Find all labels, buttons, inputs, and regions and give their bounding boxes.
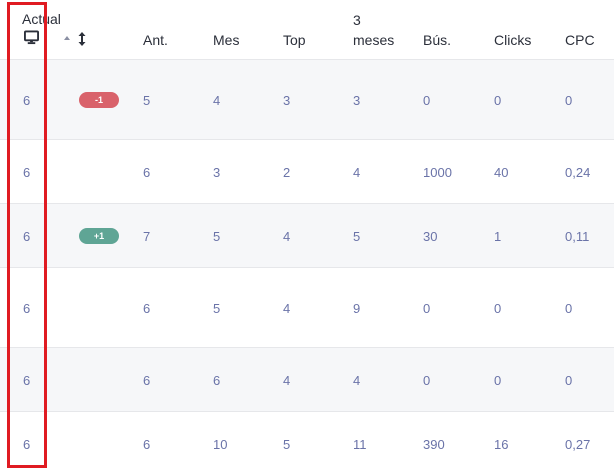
cell-mes: 5: [213, 229, 221, 244]
column-header-3-meses-line2[interactable]: meses: [353, 30, 394, 50]
table-row[interactable]: 6 6 6 4 4 0 0 0: [0, 347, 614, 412]
cell-cpc: 0,24: [565, 165, 591, 180]
cell-mes: 6: [213, 373, 221, 388]
cell-mes: 4: [213, 93, 221, 108]
cell-top: 5: [283, 437, 291, 452]
column-header-top[interactable]: Top: [283, 32, 306, 48]
cell-3-meses: 4: [353, 373, 361, 388]
sort-updown-icon[interactable]: [78, 32, 86, 46]
cell-top: 3: [283, 93, 291, 108]
cell-ant: 5: [143, 93, 151, 108]
cell-clicks: 40: [494, 165, 509, 180]
cell-actual: 6: [23, 229, 31, 244]
cell-clicks: 16: [494, 437, 509, 452]
cell-ant: 6: [143, 301, 151, 316]
cell-cpc: 0: [565, 93, 573, 108]
cell-cpc: 0,11: [565, 229, 590, 244]
cell-3-meses: 5: [353, 229, 361, 244]
cell-clicks: 0: [494, 93, 502, 108]
table-row[interactable]: 6 -1 5 4 3 3 0 0 0: [0, 59, 614, 140]
position-change-badge: -1: [79, 92, 119, 108]
cell-top: 2: [283, 165, 291, 180]
cell-top: 4: [283, 301, 291, 316]
cell-top: 4: [283, 229, 291, 244]
desktop-monitor-icon: [24, 30, 39, 45]
cell-clicks: 1: [494, 229, 502, 244]
caret-up-icon: [64, 36, 70, 40]
cell-bus: 30: [423, 229, 438, 244]
cell-clicks: 0: [494, 301, 502, 316]
cell-mes: 3: [213, 165, 221, 180]
cell-mes: 5: [213, 301, 221, 316]
cell-cpc: 0: [565, 301, 573, 316]
cell-actual: 6: [23, 301, 31, 316]
cell-3-meses: 4: [353, 165, 361, 180]
cell-3-meses: 11: [353, 437, 367, 452]
cell-ant: 6: [143, 437, 151, 452]
cell-3-meses: 3: [353, 93, 361, 108]
column-header-clicks[interactable]: Clicks: [494, 32, 531, 48]
cell-ant: 6: [143, 165, 151, 180]
table-row[interactable]: 6 6 10 5 11 390 16 0,27: [0, 411, 614, 473]
cell-clicks: 0: [494, 373, 502, 388]
table-row[interactable]: 6 +1 7 5 4 5 30 1 0,11: [0, 203, 614, 268]
cell-3-meses: 9: [353, 301, 361, 316]
column-header-3-meses-line1[interactable]: 3: [353, 10, 361, 30]
cell-cpc: 0: [565, 373, 573, 388]
cell-actual: 6: [23, 373, 31, 388]
column-header-mes[interactable]: Mes: [213, 32, 239, 48]
column-header-cpc[interactable]: CPC: [565, 32, 595, 48]
cell-ant: 6: [143, 373, 151, 388]
cell-actual: 6: [23, 93, 31, 108]
cell-actual: 6: [23, 437, 31, 452]
cell-cpc: 0,27: [565, 437, 591, 452]
column-header-actual[interactable]: Actual: [22, 11, 61, 27]
column-header-bus[interactable]: Bús.: [423, 32, 451, 48]
position-change-badge: +1: [79, 228, 119, 244]
cell-mes: 10: [213, 437, 228, 452]
cell-bus: 0: [423, 93, 431, 108]
column-header-ant[interactable]: Ant.: [143, 32, 168, 48]
table-header: Actual Ant. Mes Top 3 meses Bús. Clicks …: [0, 0, 614, 60]
cell-ant: 7: [143, 229, 151, 244]
table-row[interactable]: 6 6 3 2 4 1000 40 0,24: [0, 139, 614, 204]
cell-bus: 1000: [423, 165, 452, 180]
cell-bus: 0: [423, 301, 431, 316]
cell-actual: 6: [23, 165, 31, 180]
cell-bus: 0: [423, 373, 431, 388]
cell-bus: 390: [423, 437, 445, 452]
cell-top: 4: [283, 373, 291, 388]
table-row[interactable]: 6 6 5 4 9 0 0 0: [0, 267, 614, 348]
